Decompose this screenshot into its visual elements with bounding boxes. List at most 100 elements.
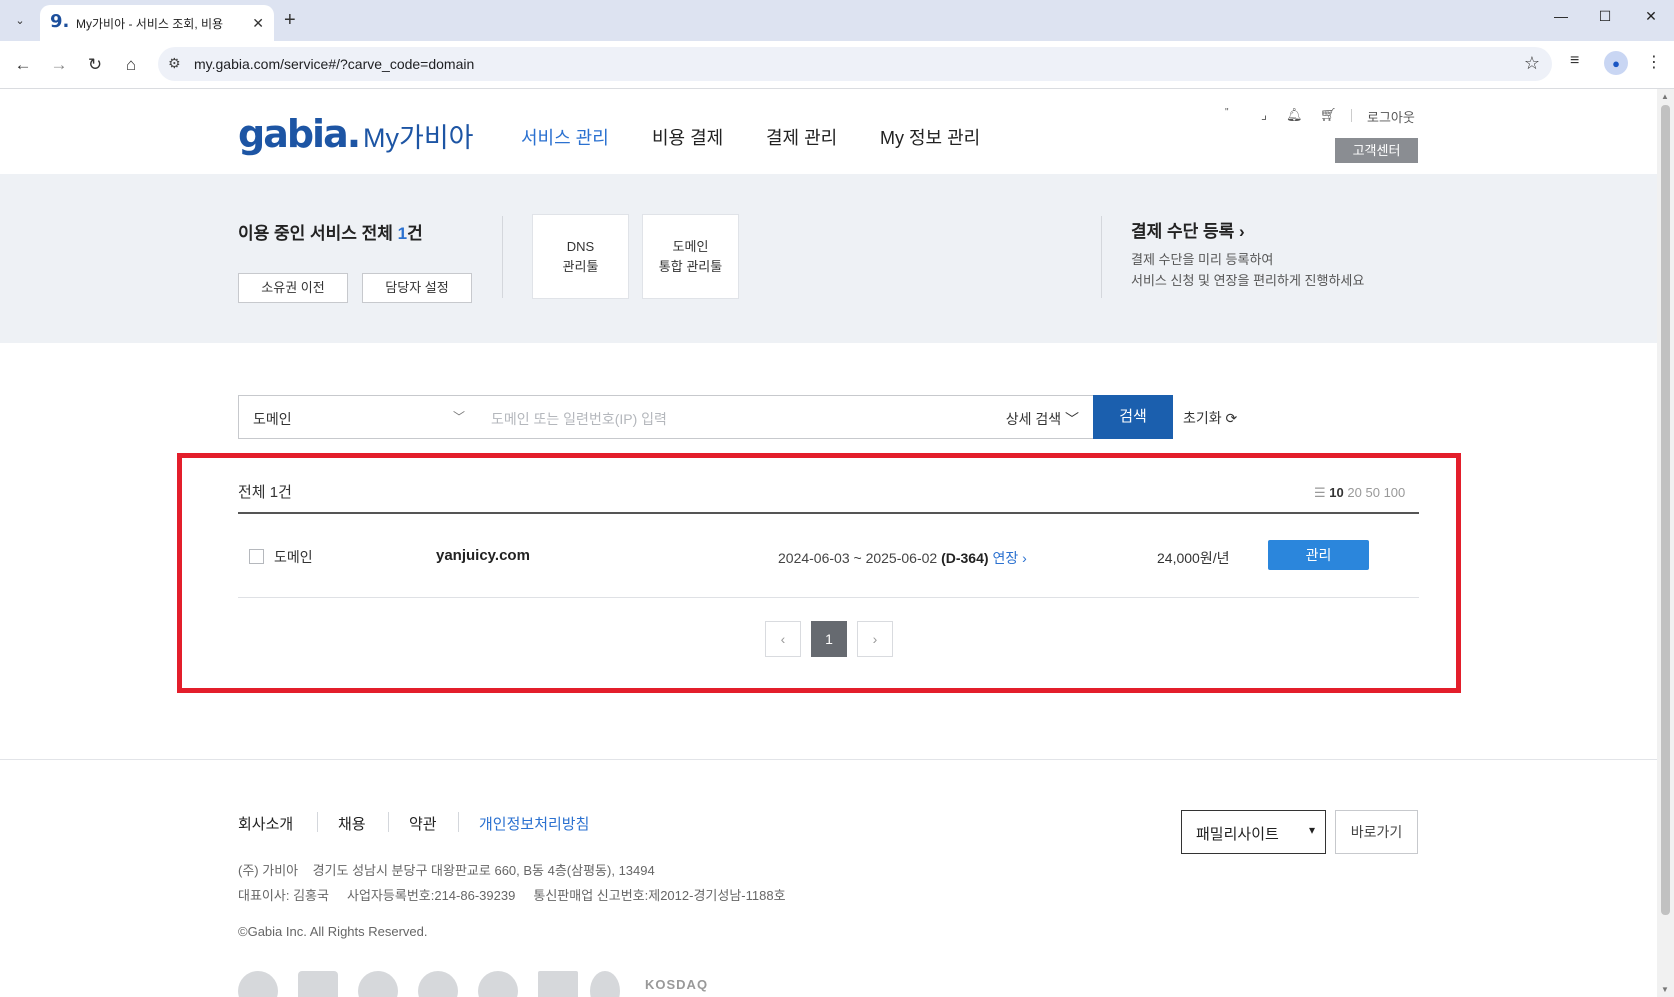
list-total-count: 전체 1건: [238, 484, 292, 501]
profile-avatar-icon[interactable]: ●: [1604, 51, 1628, 75]
page-viewport: gabia. My가비아 서비스 관리 비용 결제 결제 관리 My 정보 관리…: [0, 89, 1657, 997]
nav-service-manage[interactable]: 서비스 관리: [521, 124, 609, 150]
home-icon[interactable]: ⌂: [119, 53, 143, 77]
service-total-label: 이용 중인 서비스 전체: [238, 224, 398, 243]
footer-link-terms[interactable]: 약관: [409, 813, 437, 834]
service-category-select[interactable]: 도메인 ﹀: [238, 395, 478, 439]
manager-setting-button[interactable]: 담당자 설정: [362, 273, 472, 303]
category-value: 도메인: [253, 411, 292, 427]
footer-link-sep: [388, 812, 389, 832]
reload-icon[interactable]: ↻: [83, 53, 107, 77]
domain-tool-line1: 도메인: [672, 239, 709, 254]
maximize-icon[interactable]: ☐: [1595, 8, 1615, 25]
family-site-value: 패밀리사이트: [1196, 826, 1279, 843]
url-text: my.gabia.com/service#/?carve_code=domain: [194, 56, 475, 72]
footer-copyright: ©Gabia Inc. All Rights Reserved.: [238, 924, 428, 939]
nav-payment-manage[interactable]: 결제 관리: [766, 124, 837, 150]
user-quote-icon: ": [1225, 107, 1229, 118]
payment-desc-line1: 결제 수단을 미리 등록하여: [1131, 252, 1274, 267]
row-service-type: 도메인: [274, 549, 313, 565]
renew-link[interactable]: 연장 ›: [992, 550, 1026, 566]
certification-badge: [238, 971, 278, 997]
address-bar[interactable]: ⚙ my.gabia.com/service#/?carve_code=doma…: [158, 47, 1552, 81]
forward-arrow-icon[interactable]: →: [47, 53, 71, 77]
chevron-down-icon: ﹀: [452, 410, 465, 424]
back-arrow-icon[interactable]: ←: [11, 53, 35, 77]
minimize-icon[interactable]: —: [1551, 8, 1571, 24]
my-gabia-title[interactable]: My가비아: [363, 116, 474, 155]
customer-center-button[interactable]: 고객센터: [1335, 138, 1418, 163]
footer-company-name: (주) 가비아: [238, 863, 299, 878]
dns-tool-line2: 관리툴: [562, 259, 599, 274]
summary-divider: [502, 216, 503, 298]
domain-tool-card[interactable]: 도메인 통합 관리툴: [642, 214, 739, 299]
row-checkbox[interactable]: [249, 549, 264, 564]
search-button[interactable]: 검색: [1093, 395, 1173, 439]
certification-badge: [358, 971, 398, 997]
footer-ecommerce-no: 통신판매업 신고번호:제2012-경기성남-1188호: [533, 888, 786, 903]
window-close-icon[interactable]: ✕: [1641, 8, 1661, 25]
search-input[interactable]: 도메인 또는 일련번호(IP) 입력 상세 검색 ﹀: [477, 395, 1094, 439]
row-domain-name[interactable]: yanjuicy.com: [436, 547, 530, 564]
bookmark-star-icon[interactable]: ☆: [1524, 53, 1540, 74]
scrollbar-thumb[interactable]: [1661, 105, 1670, 915]
days-remaining: (D-364): [941, 550, 989, 566]
advanced-search-toggle[interactable]: 상세 검색 ﹀: [1006, 409, 1079, 429]
prev-page-button[interactable]: ‹: [765, 621, 801, 657]
scroll-up-icon[interactable]: ▲: [1661, 92, 1669, 101]
cart-icon[interactable]: 🛒︎: [1320, 107, 1337, 123]
page-number-current[interactable]: 1: [811, 621, 847, 657]
payment-method-register-link[interactable]: 결제 수단 등록 ›: [1131, 217, 1245, 242]
certification-badge: [478, 971, 518, 997]
list-size-icon: ☰: [1314, 485, 1326, 500]
util-divider: [1351, 109, 1352, 122]
payment-method-description: 결제 수단을 미리 등록하여 서비스 신청 및 연장을 편리하게 진행하세요: [1131, 249, 1364, 291]
list-header-divider: [238, 512, 1419, 514]
nav-my-info[interactable]: My 정보 관리: [880, 124, 980, 150]
close-tab-icon[interactable]: ✕: [252, 15, 264, 32]
globe-badge: [418, 971, 458, 997]
vertical-scrollbar[interactable]: ▲ ▼: [1657, 89, 1674, 997]
page-size-10[interactable]: 10: [1329, 485, 1343, 500]
isms-badge: [298, 971, 338, 997]
new-tab-plus-icon[interactable]: +: [284, 9, 296, 32]
chevron-right-icon: ›: [872, 631, 878, 647]
site-settings-icon[interactable]: ⚙: [168, 55, 181, 72]
scroll-down-icon[interactable]: ▼: [1661, 985, 1669, 994]
signal-icon[interactable]: ⌟: [1261, 107, 1267, 123]
list-bottom-divider: [238, 597, 1419, 598]
award-badge: [590, 971, 620, 997]
award-badge: [538, 971, 578, 997]
gabia-logo[interactable]: gabia.: [238, 112, 361, 156]
footer-link-privacy[interactable]: 개인정보처리방침: [479, 813, 589, 834]
footer-link-sep: [458, 812, 459, 832]
browser-tab[interactable]: 9. My가비아 - 서비스 조회, 비용 ✕: [40, 5, 274, 41]
family-site-select[interactable]: 패밀리사이트 ▾: [1181, 810, 1326, 854]
nav-billing-payment[interactable]: 비용 결제: [652, 124, 723, 150]
reset-label: 초기화: [1183, 410, 1222, 426]
goto-button[interactable]: 바로가기: [1335, 810, 1418, 854]
page-size-100[interactable]: 100: [1384, 485, 1406, 500]
period-dates: 2024-06-03 ~ 2025-06-02: [778, 550, 938, 566]
service-summary-panel: 이용 중인 서비스 전체 1건 소유권 이전 담당자 설정 DNS 관리툴 도메…: [0, 174, 1657, 343]
footer-link-careers[interactable]: 채용: [338, 813, 366, 834]
search-placeholder: 도메인 또는 일련번호(IP) 입력: [491, 411, 667, 427]
footer-link-company[interactable]: 회사소개: [238, 813, 293, 834]
bell-icon[interactable]: 🔔︎: [1286, 107, 1303, 123]
tab-search-chevron-icon[interactable]: ⌄: [8, 8, 32, 32]
chevron-right-icon: ›: [1239, 222, 1245, 241]
manage-button[interactable]: 관리: [1268, 540, 1369, 570]
media-control-icon[interactable]: ≡: [1570, 52, 1579, 70]
ownership-transfer-button[interactable]: 소유권 이전: [238, 273, 348, 303]
browser-toolbar: ← → ↻ ⌂ ⚙ my.gabia.com/service#/?carve_c…: [0, 41, 1674, 89]
dns-tool-card[interactable]: DNS 관리툴: [532, 214, 629, 299]
page-size-20[interactable]: 20: [1347, 485, 1361, 500]
more-menu-icon[interactable]: ⋮: [1646, 52, 1662, 72]
footer-biz-no: 사업자등록번호:214-86-39239: [347, 888, 516, 903]
logout-link[interactable]: 로그아웃: [1367, 107, 1415, 126]
next-page-button[interactable]: ›: [857, 621, 893, 657]
domain-tool-line2: 통합 관리툴: [658, 259, 723, 274]
advanced-search-label: 상세 검색: [1005, 411, 1062, 427]
reset-button[interactable]: 초기화 ⟳: [1183, 408, 1237, 428]
page-size-50[interactable]: 50: [1365, 485, 1379, 500]
